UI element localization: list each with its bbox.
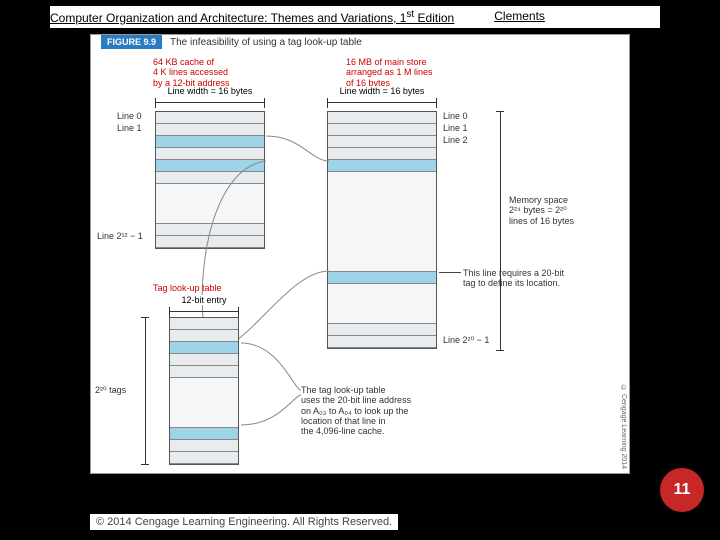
lookup-note: The tag look-up table uses the 20-bit li…	[301, 385, 411, 437]
main-last-label: Line 2²⁰ − 1	[443, 335, 489, 346]
figure-caption-bar: FIGURE 9.9 The infeasibility of using a …	[101, 35, 362, 49]
tags-brace	[139, 317, 151, 465]
cache-last-label: Line 2¹² − 1	[97, 231, 143, 241]
figure-title: The infeasibility of using a tag look-up…	[170, 37, 362, 48]
mainstore-description: 16 MB of main store arranged as 1 M line…	[346, 57, 433, 88]
tags-count-label: 2²⁰ tags	[95, 385, 126, 396]
author-name: Clements	[494, 9, 545, 25]
cache-column	[155, 111, 265, 249]
main-width-bar: Line width = 16 bytes	[327, 98, 437, 108]
slide-header: Computer Organization and Architecture: …	[50, 6, 660, 28]
memory-space-brace	[494, 111, 506, 351]
main-line2-label: Line 2	[443, 135, 468, 145]
cache-width-bar: Line width = 16 bytes	[155, 98, 265, 108]
main-line0-label: Line 0	[443, 111, 468, 121]
main-line1-label: Line 1	[443, 123, 468, 133]
lookup-table-column	[169, 317, 239, 465]
figure-panel: FIGURE 9.9 The infeasibility of using a …	[90, 34, 630, 474]
cache-description: 64 KB cache of 4 K lines accessed by a 1…	[153, 57, 230, 88]
mainstore-column	[327, 111, 437, 349]
memory-space-label: Memory space 2²⁴ bytes = 2²⁰ lines of 16…	[509, 195, 574, 226]
lookup-table-caption: Tag look-up table	[153, 283, 222, 293]
page-number-badge: 11	[660, 468, 704, 512]
cache-line0-label: Line 0	[117, 111, 142, 121]
figure-number-badge: FIGURE 9.9	[101, 35, 162, 49]
cache-line1-label: Line 1	[117, 123, 142, 133]
lookup-note-connector	[239, 335, 309, 435]
book-title: Computer Organization and Architecture: …	[50, 9, 454, 25]
tag-requirement-note: This line requires a 20-bit tag to defin…	[463, 268, 564, 289]
footer-copyright: © 2014 Cengage Learning Engineering. All…	[90, 514, 398, 530]
side-copyright: © Cengage Learning 2014	[620, 385, 627, 469]
entry-width-bar: 12-bit entry	[169, 307, 239, 317]
